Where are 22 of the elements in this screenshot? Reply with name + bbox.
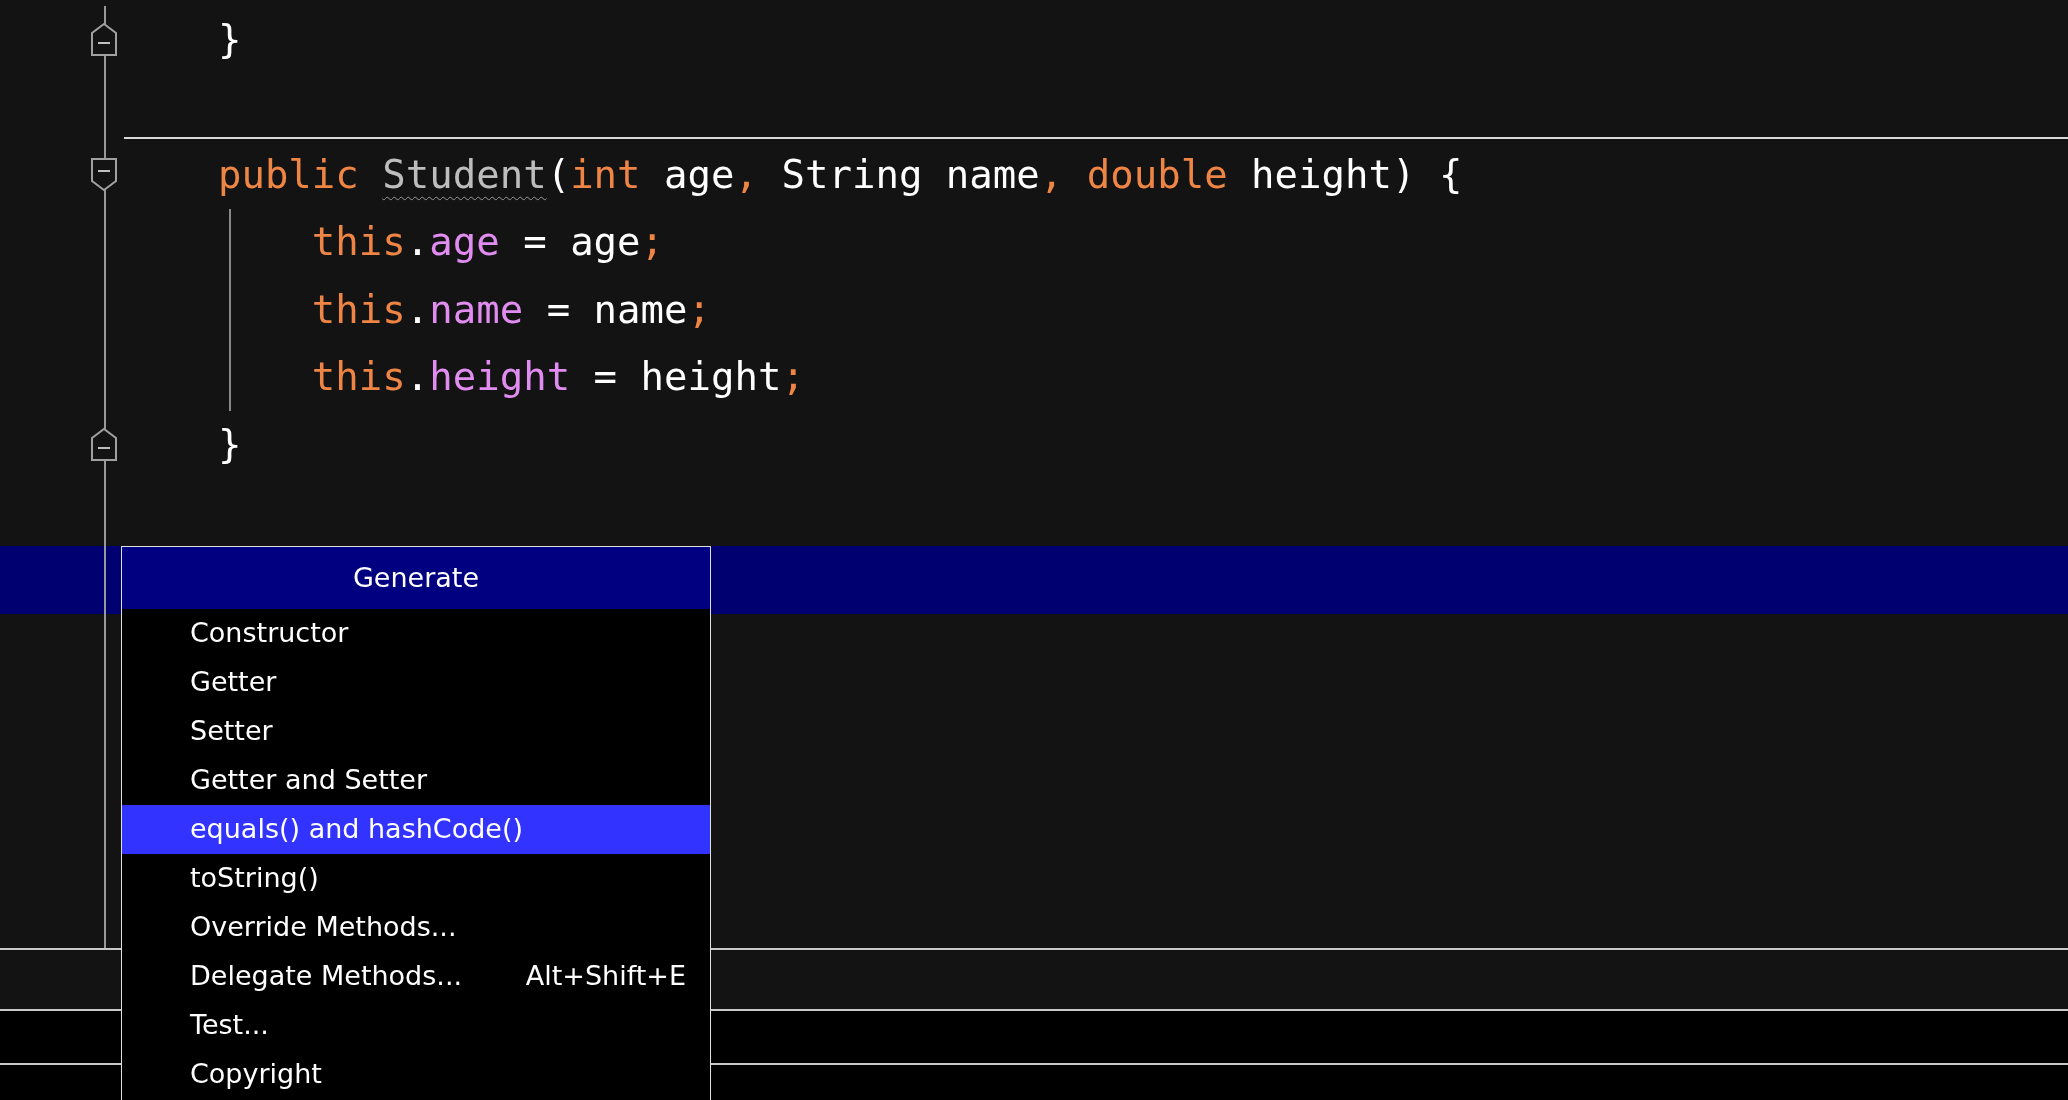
menu-item[interactable]: Constructor (122, 609, 710, 658)
code-line: this.name = name; (310, 285, 712, 334)
code-line: public Student(int age, String name, double height) { (216, 150, 1463, 199)
shortcut-label: Alt+Shift+E (525, 959, 686, 994)
menu-item[interactable]: Override Methods... (122, 903, 710, 952)
menu-item[interactable]: Test... (122, 1001, 710, 1050)
menu-item[interactable]: Getter (122, 658, 710, 707)
code-line: this.height = height; (310, 353, 805, 401)
code-line: } (216, 420, 242, 469)
menu-item[interactable]: Copyright (122, 1050, 710, 1099)
menu-item[interactable]: toString() (122, 854, 710, 903)
menu-item[interactable]: Getter and Setter (122, 756, 710, 805)
menu-item[interactable]: Setter (122, 707, 710, 756)
fold-icon[interactable] (90, 22, 118, 58)
fold-icon[interactable] (90, 157, 118, 193)
fold-icon[interactable] (90, 427, 118, 463)
popup-title: Generate (122, 547, 710, 609)
menu-item[interactable]: Delegate Methods... Alt+Shift+E (122, 952, 710, 1001)
code-line: this.age = age; (310, 218, 665, 266)
menu-item-label: Delegate Methods... (190, 959, 463, 994)
code-line: } (216, 15, 242, 64)
menu-item[interactable]: equals() and hashCode() (122, 805, 710, 854)
